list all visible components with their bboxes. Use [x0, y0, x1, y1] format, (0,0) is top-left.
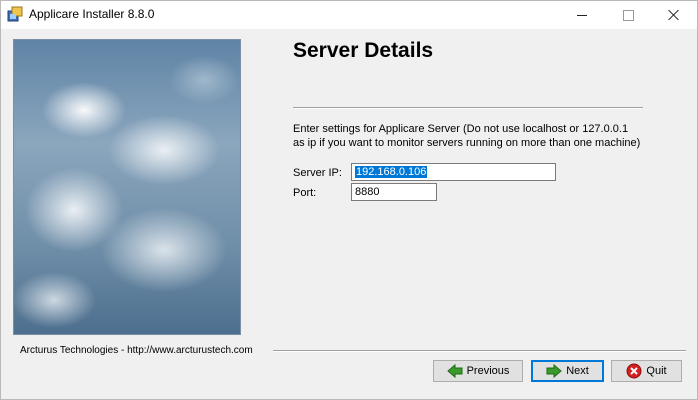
maximize-button[interactable] — [605, 1, 651, 29]
maximize-icon — [622, 9, 634, 21]
red-x-circle-icon — [626, 363, 642, 379]
close-icon — [668, 9, 680, 21]
previous-button[interactable]: Previous — [433, 360, 523, 382]
description-line-2: as ip if you want to monitor servers run… — [293, 137, 641, 149]
minimize-icon — [577, 14, 587, 16]
footer-divider — [273, 350, 686, 352]
clouds-banner-image — [13, 39, 241, 335]
close-button[interactable] — [651, 1, 697, 29]
next-label: Next — [566, 365, 589, 377]
next-button[interactable]: Next — [531, 360, 604, 382]
server-ip-input[interactable]: 192.168.0.106 — [351, 163, 556, 181]
page-title: Server Details — [293, 39, 434, 62]
green-arrow-right-icon — [546, 363, 562, 379]
previous-label: Previous — [466, 365, 510, 377]
description-line-1: Enter settings for Applicare Server (Do … — [293, 123, 629, 135]
quit-button[interactable]: Quit — [611, 360, 682, 382]
port-input[interactable]: 8880 — [351, 183, 437, 201]
installer-app-icon — [7, 6, 23, 22]
green-arrow-left-icon — [446, 363, 463, 379]
installer-window: Applicare Installer 8.8.0 Server Details… — [0, 0, 698, 400]
company-credit: Arcturus Technologies - http://www.arctu… — [20, 345, 253, 356]
server-ip-value: 192.168.0.106 — [355, 166, 428, 178]
header-divider — [293, 107, 643, 109]
title-bar[interactable]: Applicare Installer 8.8.0 — [1, 1, 697, 29]
server-ip-label: Server IP: — [293, 167, 342, 179]
quit-label: Quit — [646, 365, 667, 377]
minimize-button[interactable] — [559, 1, 605, 29]
window-title: Applicare Installer 8.8.0 — [29, 7, 155, 21]
port-value: 8880 — [355, 186, 380, 198]
port-label: Port: — [293, 187, 317, 199]
